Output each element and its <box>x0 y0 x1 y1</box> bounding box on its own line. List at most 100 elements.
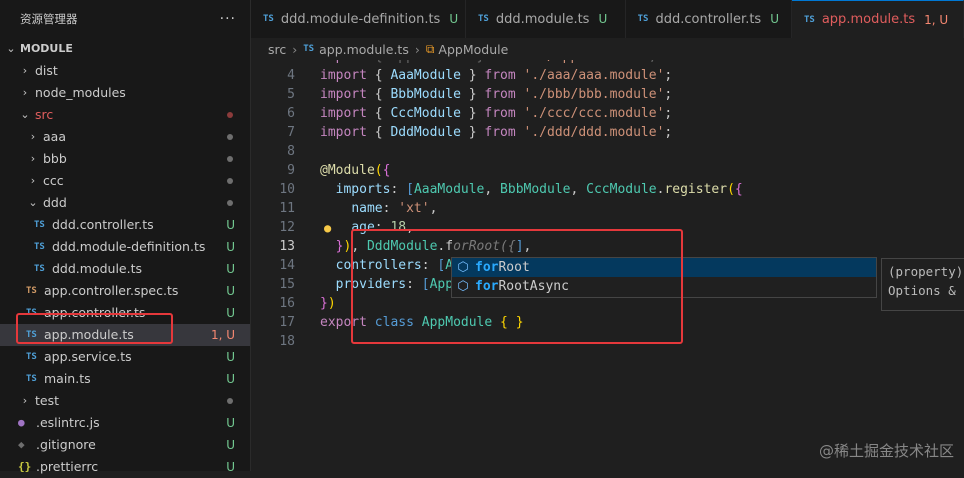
tree-item-label: node_modules <box>35 85 126 100</box>
tree-item[interactable]: › test <box>0 390 250 412</box>
git-status-badge: U <box>226 240 235 254</box>
tree-item[interactable]: › ccc <box>0 170 250 192</box>
tree-item[interactable]: {} .prettierrc U <box>0 456 250 478</box>
suggestion-item[interactable]: ⬡ for RootAsync <box>452 277 876 296</box>
chevron-right-icon: › <box>22 64 28 77</box>
breadcrumb-symbol[interactable]: AppModule <box>438 42 508 57</box>
typescript-icon: TS <box>637 14 649 24</box>
ghost-suggestion: orRoot({ <box>453 239 516 254</box>
code-line: controllers: [A <box>335 258 454 273</box>
typescript-icon: TS <box>26 286 37 296</box>
line-number: 17 <box>279 315 295 330</box>
chevron-right-icon: › <box>22 86 28 99</box>
chevron-right-icon: › <box>414 41 420 57</box>
typescript-icon: TS <box>26 330 37 340</box>
git-status-badge: U <box>226 218 235 232</box>
code-line: import { AaaModule } from './aaa/aaa.mod… <box>320 68 673 83</box>
modified-dot-icon <box>227 178 233 184</box>
tree-item-label: ddd.module-definition.ts <box>52 239 206 254</box>
tree-item[interactable]: TS ddd.controller.ts U <box>0 214 250 236</box>
tree-item[interactable]: ● .eslintrc.js U <box>0 412 250 434</box>
chevron-down-icon: ⌄ <box>20 108 30 121</box>
modified-dot-icon <box>227 112 233 118</box>
tree-item[interactable]: › node_modules <box>0 82 250 104</box>
tab-status: U <box>770 12 779 26</box>
line-number: 16 <box>279 296 295 311</box>
tab-label: ddd.module-definition.ts <box>280 11 441 27</box>
tree-item-label: ccc <box>43 173 64 188</box>
eslint-icon: ● <box>18 416 25 429</box>
chevron-down-icon: ⌄ <box>6 42 16 55</box>
property-icon: ⬡ <box>457 259 469 275</box>
tab-ddd-controller[interactable]: TS ddd.controller.ts U <box>626 0 792 38</box>
tab-ddd-module[interactable]: TS ddd.module.ts U <box>466 0 626 38</box>
chevron-right-icon: › <box>292 41 298 57</box>
breadcrumb-file[interactable]: app.module.ts <box>319 42 409 57</box>
tree-item-label: app.controller.spec.ts <box>44 283 179 298</box>
git-icon: ◆ <box>18 438 25 451</box>
tree-item-label: app.module.ts <box>44 327 134 342</box>
code-line: }) <box>320 296 336 311</box>
tree-item[interactable]: ◆ .gitignore U <box>0 434 250 456</box>
detail-line: (property) <box>888 264 964 279</box>
tree-item[interactable]: TS ddd.module-definition.ts U <box>0 236 250 258</box>
tab-ddd-module-definition[interactable]: TS ddd.module-definition.ts U <box>251 0 466 38</box>
tree-item[interactable]: › aaa <box>0 126 250 148</box>
tree-item-label: aaa <box>43 129 66 144</box>
tree-item-label: MODULE <box>20 42 73 55</box>
typescript-icon: TS <box>34 220 45 230</box>
tree-item-label: bbb <box>43 151 67 166</box>
code-line: age: 18, <box>351 220 414 235</box>
tree-item[interactable]: TS app.service.ts U <box>0 346 250 368</box>
tree-item[interactable]: ⌄ ddd <box>0 192 250 214</box>
code-line: name: 'xt', <box>351 201 438 216</box>
breadcrumb-folder[interactable]: src <box>268 42 286 57</box>
tab-app-module[interactable]: TS app.module.ts 1, U <box>792 0 964 38</box>
git-status-badge: U <box>226 372 235 386</box>
json-braces-icon: {} <box>18 460 32 473</box>
typescript-icon: TS <box>26 374 37 384</box>
tree-item-label: ddd.module.ts <box>52 261 143 276</box>
suggestion-item[interactable]: ⬡ for Root <box>452 258 876 277</box>
line-number: 5 <box>287 87 295 102</box>
suggestion-match: for <box>475 279 499 294</box>
code-line: providers: [App <box>335 277 454 292</box>
tree-item[interactable]: › dist <box>0 60 250 82</box>
suggestion-rest: Root <box>498 260 530 275</box>
code-line: import { BbbModule } from './bbb/bbb.mod… <box>320 87 673 102</box>
chevron-right-icon: › <box>22 394 28 407</box>
line-number: 12 <box>279 220 295 235</box>
tree-item[interactable]: TS app.controller.spec.ts U <box>0 280 250 302</box>
code-line: import { CccModule } from './ccc/ccc.mod… <box>320 106 673 121</box>
tree-item[interactable]: TS ddd.module.ts U <box>0 258 250 280</box>
git-status-badge: U <box>226 350 235 364</box>
watermark: @稀土掘金技术社区 <box>818 442 954 460</box>
tree-item[interactable]: TS main.ts U <box>0 368 250 390</box>
tree-item[interactable]: TS app.module.ts 1, U <box>0 324 250 346</box>
suggestion-list: ⬡ for Root ⬡ for RootAsync <box>451 257 877 298</box>
typescript-icon: TS <box>478 14 489 24</box>
tree-item-label: ddd.controller.ts <box>52 217 154 232</box>
tree-item-label: test <box>35 393 60 408</box>
line-number: 11 <box>279 201 295 216</box>
tab-label: ddd.module.ts <box>495 11 590 27</box>
class-symbol-icon: ⧉ <box>425 41 435 56</box>
tab-status: U <box>449 12 459 26</box>
line-number: 9 <box>287 163 295 178</box>
tree-item[interactable]: ⌄ MODULE <box>0 38 250 60</box>
git-status-badge: 1, U <box>210 328 235 342</box>
typescript-icon: TS <box>263 14 274 24</box>
git-status-badge: U <box>226 416 235 430</box>
more-actions-icon[interactable]: ··· <box>220 11 236 27</box>
typescript-icon: TS <box>804 14 815 25</box>
tree-item[interactable]: TS app.controller.ts U <box>0 302 250 324</box>
git-status-badge: U <box>226 460 235 474</box>
tree-item[interactable]: › bbb <box>0 148 250 170</box>
git-status-badge: U <box>226 438 235 452</box>
explorer-title: 资源管理器 <box>20 12 78 26</box>
lightbulb-icon[interactable]: ● <box>324 221 331 235</box>
code-line: import { DddModule } from './ddd/ddd.mod… <box>320 125 673 140</box>
property-icon: ⬡ <box>457 278 469 294</box>
tree-item[interactable]: ⌄ src <box>0 104 250 126</box>
modified-dot-icon <box>227 134 233 140</box>
